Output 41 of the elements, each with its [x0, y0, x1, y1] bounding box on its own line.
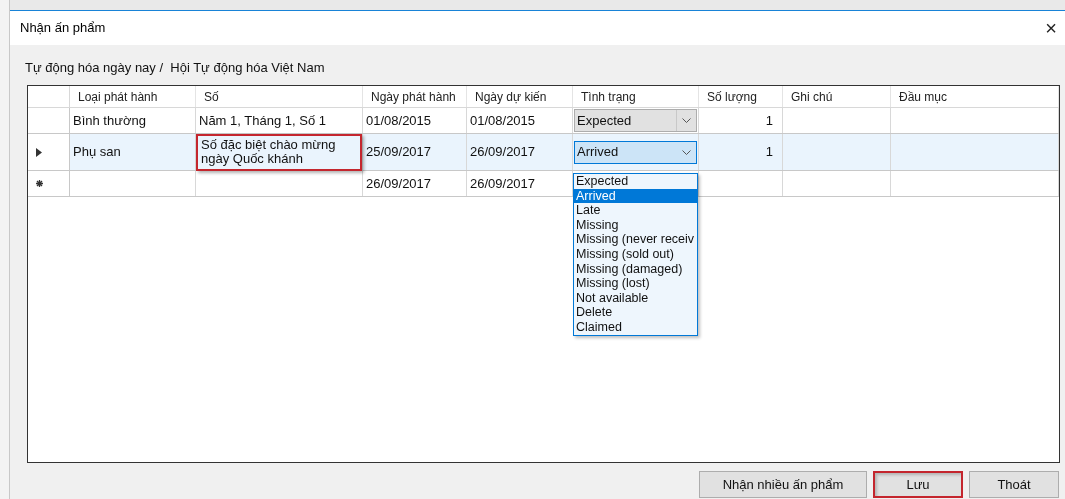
table-cell: 01/08/2015: [366, 113, 432, 128]
table-cell: 26/09/2017: [366, 176, 432, 191]
column-header[interactable]: Ngày dự kiến: [475, 87, 547, 106]
column-header[interactable]: Đầu mục: [899, 87, 948, 106]
dropdown-option[interactable]: Delete: [574, 305, 697, 320]
table-cell: 26/09/2017: [470, 145, 536, 159]
status-dropdown[interactable]: Arrived: [574, 140, 697, 164]
dropdown-option[interactable]: Missing (lost): [574, 276, 697, 291]
table-cell: 25/09/2017: [366, 145, 432, 159]
table-cell: 26/09/2017: [470, 176, 536, 191]
dropdown-option[interactable]: Missing: [574, 217, 697, 233]
chevron-down-icon: [682, 118, 691, 123]
dropdown-option[interactable]: Expected: [574, 174, 697, 189]
dropdown-option[interactable]: Missing (sold out): [574, 246, 697, 262]
column-header[interactable]: Tình trạng: [581, 87, 636, 106]
dialog-button[interactable]: Lưu: [873, 471, 963, 498]
dropdown-option[interactable]: Claimed: [574, 319, 697, 335]
dropdown-option[interactable]: Arrived: [574, 188, 697, 204]
status-dropdown[interactable]: Expected: [574, 109, 697, 132]
dropdown-option[interactable]: Missing (never receiv: [574, 232, 697, 247]
table-cell: Phụ san: [73, 145, 121, 159]
table-cell: 01/08/2015: [470, 113, 536, 128]
dropdown-option[interactable]: Not available: [574, 290, 697, 306]
column-header[interactable]: Số lượng: [707, 87, 757, 106]
column-header[interactable]: Ngày phát hành: [371, 87, 456, 106]
table-cell: Số đặc biệt chào mừng ngày Quốc khánh: [196, 133, 362, 171]
table-cell-text: Năm 1, Tháng 1, Số 1: [198, 113, 327, 128]
column-header[interactable]: Ghi chú: [791, 87, 833, 106]
chevron-down-icon: [682, 149, 691, 155]
column-header[interactable]: Loại phát hành: [78, 87, 158, 106]
close-button[interactable]: ×: [1041, 18, 1061, 38]
dialog-button[interactable]: Thoát: [969, 471, 1059, 498]
table-cell-text: 1: [765, 145, 774, 159]
dialog-button[interactable]: Nhận nhiều ấn phẩm: [699, 471, 867, 498]
window-title: Nhận ấn phẩm: [20, 19, 106, 38]
dropdown-option[interactable]: Missing (damaged): [574, 261, 697, 277]
dropdown-option[interactable]: Late: [574, 203, 697, 218]
column-header[interactable]: Số: [204, 87, 219, 106]
breadcrumb: Tự động hóa ngày nay / Hội Tự động hóa Việt Nam: [25, 60, 325, 75]
table-cell-text: 1: [765, 113, 774, 128]
table-cell: Bình thường: [73, 113, 146, 128]
